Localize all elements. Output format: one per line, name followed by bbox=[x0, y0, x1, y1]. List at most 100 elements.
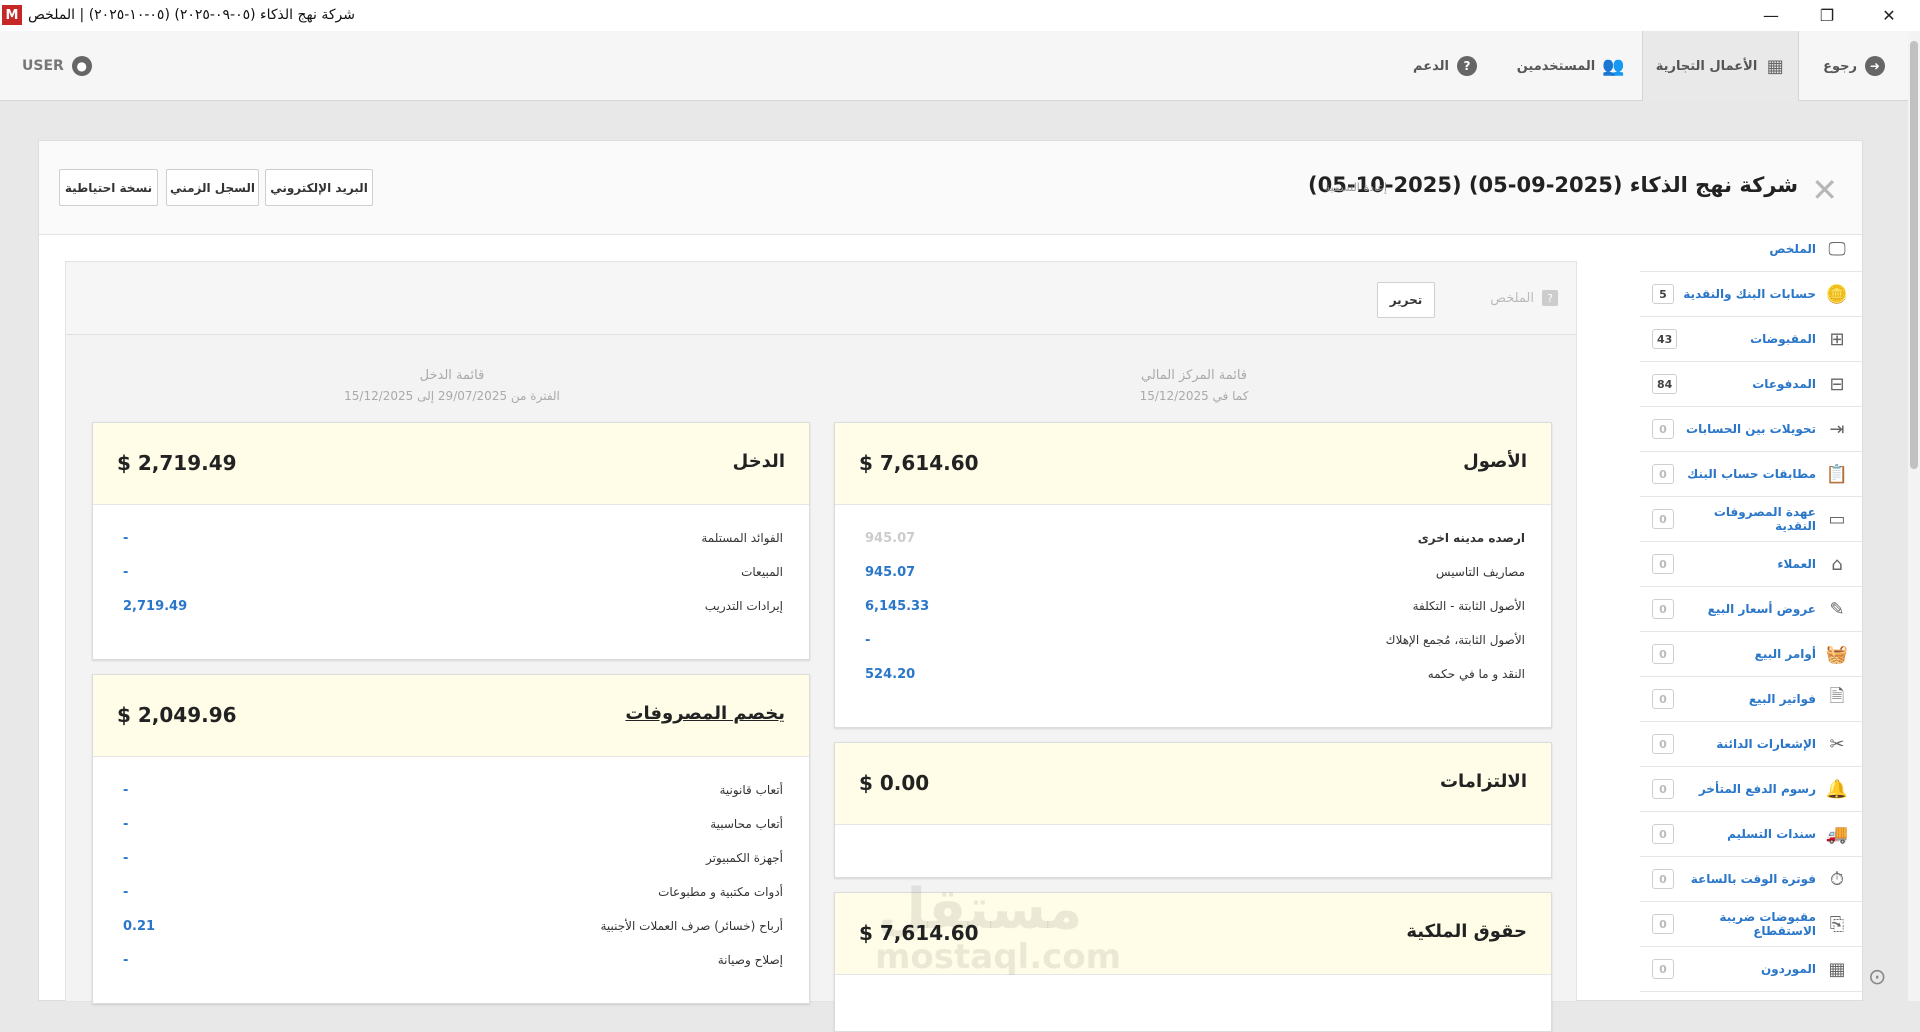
row-label: أتعاب قانونية bbox=[719, 783, 783, 797]
wallet-icon: ▭ bbox=[1828, 508, 1846, 530]
row-value[interactable]: - bbox=[123, 531, 128, 546]
nav-support[interactable]: ? الدعم bbox=[1395, 31, 1495, 101]
row-value[interactable]: - bbox=[123, 851, 128, 866]
row-value[interactable]: - bbox=[123, 817, 128, 832]
top-navigation: ➜ رجوع ▦ الأعمال التجارية 👥 المستخدمين ?… bbox=[0, 31, 1908, 101]
user-menu[interactable]: USER ● bbox=[22, 31, 92, 101]
balance-sheet-date: كما في 15/12/2025 bbox=[1139, 389, 1249, 403]
income-statement-heading[interactable]: قائمة الدخل الفترة من 29/07/2025 إلى 15/… bbox=[92, 366, 812, 406]
backup-button[interactable]: نسخة احتياطية bbox=[59, 169, 158, 206]
summary-heading: ? الملخص bbox=[1490, 290, 1558, 306]
table-row[interactable]: أدوات مكتبية و مطبوعات - bbox=[93, 879, 809, 909]
minus-square-icon: ⊟ bbox=[1829, 373, 1845, 395]
row-value[interactable]: 945.07 bbox=[865, 531, 915, 546]
help-icon[interactable]: ? bbox=[1542, 290, 1558, 306]
sidebar: 🖵 الملخص 🪙 حسابات البنك والنقدية 5 ⊞ المقبوضات… bbox=[1640, 235, 1862, 1002]
sidebar-item[interactable]: ✂ الإشعارات الدائنة 0 bbox=[1640, 722, 1862, 767]
sidebar-item[interactable]: 🗎 فواتير البيع 0 bbox=[1640, 677, 1862, 722]
sidebar-item[interactable]: 🧺 أوامر البيع 0 bbox=[1640, 632, 1862, 677]
income-statement-title: قائمة الدخل bbox=[419, 368, 485, 383]
minimize-button[interactable]: — bbox=[1748, 0, 1794, 31]
sidebar-item[interactable]: ⇥ تحويلات بين الحسابات 0 bbox=[1640, 407, 1862, 452]
gamepad-icon[interactable]: ⊙ bbox=[1868, 965, 1886, 990]
row-label: مصاريف التاسيس bbox=[1435, 565, 1525, 579]
sidebar-item[interactable]: 🖵 الملخص bbox=[1640, 227, 1862, 272]
sidebar-item[interactable]: 📋 مطابقات حساب البنك 0 bbox=[1640, 452, 1862, 497]
email-button[interactable]: البريد الإلكتروني bbox=[265, 169, 373, 206]
users-icon: 👥 bbox=[1602, 55, 1625, 77]
sidebar-item[interactable]: ▦ الموردون 0 bbox=[1640, 947, 1862, 992]
table-row[interactable]: إيرادات التدريب 2,719.49 bbox=[93, 593, 809, 623]
row-label: الفوائد المستلمة bbox=[701, 531, 783, 545]
sidebar-item-label: عهدة المصروفات النقدية bbox=[1713, 505, 1816, 533]
row-label: إيرادات التدريب bbox=[704, 599, 783, 613]
row-value[interactable]: - bbox=[865, 633, 870, 648]
row-value[interactable]: 524.20 bbox=[865, 667, 915, 682]
vertical-scrollbar[interactable] bbox=[1908, 31, 1920, 1001]
row-value[interactable]: - bbox=[123, 885, 128, 900]
truck-icon: 🚚 bbox=[1825, 823, 1849, 845]
edit-button[interactable]: تحرير bbox=[1377, 282, 1435, 318]
row-value[interactable]: - bbox=[123, 783, 128, 798]
business-panel: ✕ شركة نهج الذكاء (2025-09-05) (2025-10-… bbox=[38, 140, 1863, 1032]
rename-link[interactable]: إعادة التسمية bbox=[1325, 181, 1387, 194]
assets-title: الأصول bbox=[1463, 451, 1527, 472]
balance-sheet-heading[interactable]: قائمة المركز المالي كما في 15/12/2025 bbox=[834, 366, 1554, 406]
panel-header: ✕ شركة نهج الذكاء (2025-09-05) (2025-10-… bbox=[39, 141, 1862, 235]
sidebar-item-count: 0 bbox=[1652, 554, 1674, 574]
row-value[interactable]: 6,145.33 bbox=[865, 599, 929, 614]
table-row[interactable]: النقد و ما في حكمه 524.20 bbox=[835, 661, 1551, 691]
sidebar-item-count: 84 bbox=[1652, 374, 1678, 394]
watermark-line2: mostaql.com bbox=[875, 937, 1122, 977]
table-row[interactable]: المبيعات - bbox=[93, 559, 809, 589]
stopwatch-icon: ⏱ bbox=[1829, 868, 1845, 890]
sidebar-item[interactable]: ⊞ المقبوضات 43 bbox=[1640, 317, 1862, 362]
row-value[interactable]: 945.07 bbox=[865, 565, 915, 580]
nav-business[interactable]: ▦ الأعمال التجارية bbox=[1642, 31, 1799, 101]
sidebar-item[interactable]: ✎ عروض أسعار البيع 0 bbox=[1640, 587, 1862, 632]
row-value[interactable]: 2,719.49 bbox=[123, 599, 187, 614]
sidebar-item-label: أوامر البيع bbox=[1754, 647, 1816, 661]
nav-users[interactable]: 👥 المستخدمين bbox=[1505, 31, 1635, 101]
quote-icon: ✎ bbox=[1829, 598, 1845, 620]
sidebar-item[interactable]: 🚚 سندات التسليم 0 bbox=[1640, 812, 1862, 857]
table-row[interactable]: إصلاح وصيانة - bbox=[93, 947, 809, 977]
table-row[interactable]: الفوائد المستلمة - bbox=[93, 525, 809, 555]
sidebar-item[interactable]: ⎘ مقبوضات ضريبة الاستقطاع 0 bbox=[1640, 902, 1862, 947]
close-window-button[interactable]: ✕ bbox=[1866, 0, 1912, 31]
restore-button[interactable]: ❐ bbox=[1804, 0, 1850, 31]
row-value[interactable]: 0.21 bbox=[123, 919, 155, 934]
table-row[interactable]: أتعاب قانونية - bbox=[93, 777, 809, 807]
sidebar-item[interactable]: 🪙 حسابات البنك والنقدية 5 bbox=[1640, 272, 1862, 317]
summary-heading-label: الملخص bbox=[1490, 290, 1534, 306]
row-label: الأصول الثابتة، مُجمع الإهلاك bbox=[1385, 633, 1525, 647]
table-row[interactable]: أتعاب محاسبية - bbox=[93, 811, 809, 841]
assets-total: $ 7,614.60 bbox=[859, 451, 979, 475]
row-value[interactable]: - bbox=[123, 953, 128, 968]
table-row[interactable]: ارصده مدينه اخرى 945.07 bbox=[835, 525, 1551, 555]
timeline-button[interactable]: السجل الزمني bbox=[166, 169, 259, 206]
sidebar-item-label: المدفوعات bbox=[1752, 377, 1816, 391]
sidebar-item-label: سندات التسليم bbox=[1727, 827, 1816, 841]
watermark-line1: مستقل bbox=[877, 877, 1083, 942]
table-row[interactable]: الأصول الثابتة، مُجمع الإهلاك - bbox=[835, 627, 1551, 657]
scrollbar-thumb[interactable] bbox=[1910, 41, 1918, 469]
sidebar-item[interactable]: ⌂ العملاء 0 bbox=[1640, 542, 1862, 587]
table-row[interactable]: أرباح (خسائر) صرف العملات الأجنبية 0.21 bbox=[93, 913, 809, 943]
row-value[interactable]: - bbox=[123, 565, 128, 580]
sidebar-item[interactable]: ▭ عهدة المصروفات النقدية 0 bbox=[1640, 497, 1862, 542]
table-row[interactable]: أجهزة الكمبيوتر - bbox=[93, 845, 809, 875]
sidebar-item[interactable]: 🔔 رسوم الدفع المتأخر 0 bbox=[1640, 767, 1862, 812]
nav-back[interactable]: ➜ رجوع bbox=[1800, 31, 1908, 101]
row-label: أرباح (خسائر) صرف العملات الأجنبية bbox=[600, 919, 783, 933]
close-business-icon[interactable]: ✕ bbox=[1811, 171, 1838, 209]
sidebar-item[interactable]: ⏱ فوترة الوقت بالساعة 0 bbox=[1640, 857, 1862, 902]
sidebar-item-label: تحويلات بين الحسابات bbox=[1686, 422, 1816, 436]
table-row[interactable]: الأصول الثابتة - التكلفة 6,145.33 bbox=[835, 593, 1551, 623]
sidebar-item-label: المقبوضات bbox=[1750, 332, 1816, 346]
sidebar-item[interactable]: ⊟ المدفوعات 84 bbox=[1640, 362, 1862, 407]
sidebar-item-count: 0 bbox=[1652, 644, 1674, 664]
sidebar-item-count: 0 bbox=[1652, 599, 1674, 619]
table-row[interactable]: مصاريف التاسيس 945.07 bbox=[835, 559, 1551, 589]
row-label: أجهزة الكمبيوتر bbox=[706, 851, 783, 865]
